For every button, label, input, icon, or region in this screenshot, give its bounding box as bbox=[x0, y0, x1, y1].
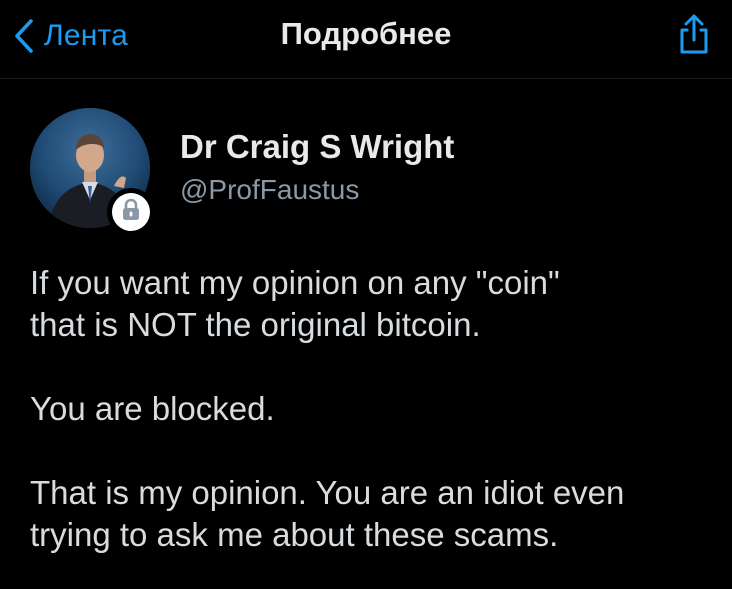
tweet-paragraph: That is my opinion. You are an idiot eve… bbox=[30, 474, 625, 553]
protected-badge bbox=[107, 188, 155, 236]
tweet-paragraph: If you want my opinion on any "coin" tha… bbox=[30, 264, 560, 343]
user-handle[interactable]: @ProfFaustus bbox=[180, 174, 359, 206]
nav-bar: Лента Подробнее bbox=[0, 0, 732, 79]
lock-icon bbox=[120, 198, 142, 227]
page-title: Подробнее bbox=[280, 16, 452, 51]
share-button[interactable] bbox=[672, 12, 716, 56]
tweet-text: If you want my opinion on any "coin" tha… bbox=[30, 262, 720, 556]
display-name[interactable]: Dr Craig S Wright bbox=[180, 128, 454, 166]
share-icon bbox=[672, 12, 716, 56]
tweet-header: Dr Craig S Wright @ProfFaustus bbox=[30, 108, 710, 238]
tweet-paragraph: You are blocked. bbox=[30, 390, 275, 427]
